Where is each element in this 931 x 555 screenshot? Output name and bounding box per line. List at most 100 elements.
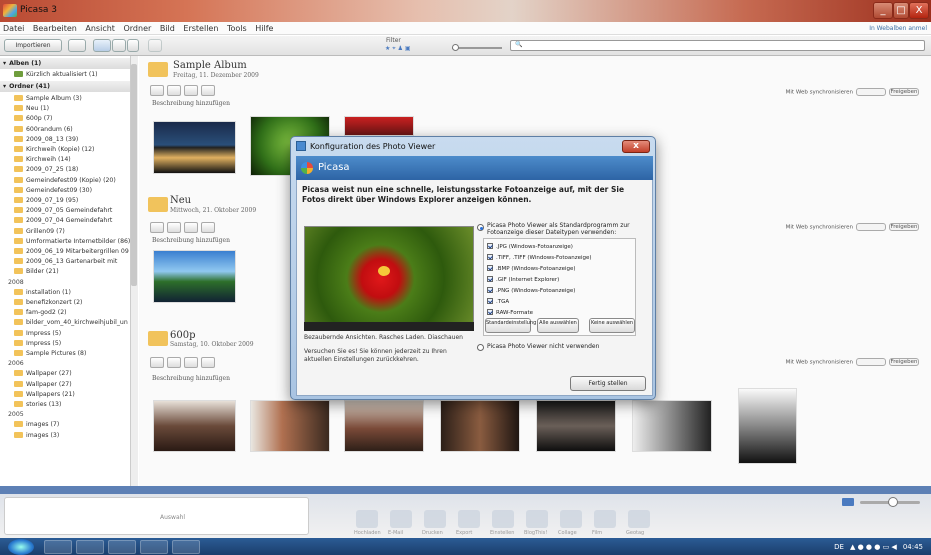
taskbar-picasa-icon[interactable] — [140, 540, 168, 554]
finish-button[interactable]: Fertig stellen — [570, 376, 646, 391]
menu-datei[interactable]: Datei — [3, 24, 24, 33]
album-title[interactable]: Neu — [170, 195, 191, 206]
checkbox-checked-icon[interactable] — [487, 298, 493, 304]
file-type-option[interactable]: .PNG (Windows-Fotoanzeige) — [487, 287, 575, 295]
file-type-option[interactable]: .TGA — [487, 298, 509, 306]
action-icon[interactable] — [458, 510, 480, 528]
dont-use-viewer-radio[interactable] — [477, 344, 484, 351]
upload-icon[interactable] — [184, 222, 198, 233]
photo-thumbnail[interactable] — [344, 116, 414, 136]
menu-tools[interactable]: Tools — [227, 24, 247, 33]
back-icon[interactable] — [148, 39, 162, 52]
close-button[interactable]: X — [909, 2, 929, 19]
action-icon[interactable] — [560, 510, 582, 528]
folders-header[interactable]: ▾ Ordner (41) — [0, 81, 130, 92]
album-title[interactable]: 600p — [170, 330, 196, 341]
file-type-option[interactable]: RAW-Formate — [487, 309, 533, 317]
share-button[interactable]: Freigeben — [889, 223, 919, 231]
star-icon[interactable] — [201, 357, 215, 368]
checkbox-checked-icon[interactable] — [487, 309, 493, 315]
start-button[interactable] — [8, 539, 34, 555]
file-type-option[interactable]: .GIF (Internet Explorer) — [487, 276, 559, 284]
maximize-button[interactable]: □ — [893, 2, 909, 19]
sync-toggle[interactable] — [856, 223, 886, 231]
upload-icon[interactable] — [184, 357, 198, 368]
recent-item[interactable]: Kürzlich aktualisiert (1) — [0, 69, 130, 80]
checkbox-checked-icon[interactable] — [487, 254, 493, 260]
checkbox-checked-icon[interactable] — [487, 287, 493, 293]
clock[interactable]: 04:45 — [903, 543, 923, 551]
menu-erstellen[interactable]: Erstellen — [183, 24, 218, 33]
album-description[interactable]: Beschreibung hinzufügen — [152, 375, 230, 382]
action-icon[interactable] — [628, 510, 650, 528]
photo-thumbnail[interactable] — [632, 400, 712, 452]
action-icon[interactable] — [492, 510, 514, 528]
dialog-close-button[interactable]: x — [622, 140, 650, 153]
web-albums-sign-in-link[interactable]: In Webalben anmel — [869, 25, 927, 32]
play-icon[interactable] — [150, 85, 164, 96]
taskbar-media-icon[interactable] — [108, 540, 136, 554]
folder-item[interactable]: images (3) — [0, 430, 130, 441]
share-button[interactable]: Freigeben — [889, 358, 919, 366]
photo-thumbnail[interactable] — [250, 400, 330, 452]
action-icon[interactable] — [526, 510, 548, 528]
default-settings-button[interactable]: Standardeinstellung — [485, 318, 536, 333]
filter-icons[interactable]: ★ ⌖ ♟ ▣ — [385, 45, 445, 52]
photo-thumbnail[interactable] — [536, 400, 616, 452]
albums-header[interactable]: ▾ Alben (1) — [0, 58, 130, 69]
taskbar-window-icon[interactable] — [172, 540, 200, 554]
import-button[interactable]: Importieren — [4, 39, 62, 52]
collage-icon[interactable] — [167, 222, 181, 233]
action-icon[interactable] — [594, 510, 616, 528]
use-picasa-viewer-radio[interactable] — [477, 224, 484, 231]
menu-bild[interactable]: Bild — [160, 24, 175, 33]
sidebar-scroll-thumb[interactable] — [131, 64, 137, 286]
collage-icon[interactable] — [167, 357, 181, 368]
play-icon[interactable] — [150, 222, 164, 233]
tray-icons[interactable]: ▲ ● ● ● ▭ ◀ — [850, 543, 897, 551]
album-description[interactable]: Beschreibung hinzufügen — [152, 237, 230, 244]
menu-bearbeiten[interactable]: Bearbeiten — [33, 24, 77, 33]
view-list-icon[interactable] — [112, 39, 126, 52]
search-input[interactable]: 🔍 — [510, 40, 925, 51]
select-none-button[interactable]: Keine auswählen — [589, 318, 635, 333]
action-icon[interactable] — [424, 510, 446, 528]
language-indicator[interactable]: DE — [834, 543, 844, 551]
select-all-button[interactable]: Alle auswählen — [537, 318, 579, 333]
album-description[interactable]: Beschreibung hinzufügen — [152, 100, 230, 107]
play-icon[interactable] — [150, 357, 164, 368]
view-grid-icon[interactable] — [93, 39, 111, 52]
checkbox-checked-icon[interactable] — [487, 265, 493, 271]
file-type-option[interactable]: .JPG (Windows-Fotoanzeige) — [487, 243, 573, 251]
photo-thumbnail[interactable] — [153, 250, 236, 303]
photo-thumbnail[interactable] — [344, 400, 424, 452]
collage-icon[interactable] — [167, 85, 181, 96]
sync-toggle[interactable] — [856, 88, 886, 96]
checkbox-checked-icon[interactable] — [487, 276, 493, 282]
file-type-option[interactable]: .TIFF, .TIFF (Windows-Fotoanzeige) — [487, 254, 592, 262]
star-icon[interactable] — [201, 85, 215, 96]
filter-slider-handle[interactable] — [452, 44, 459, 51]
share-button[interactable]: Freigeben — [889, 88, 919, 96]
menu-ansicht[interactable]: Ansicht — [85, 24, 115, 33]
photo-thumbnail[interactable] — [738, 388, 797, 464]
taskbar-ie-icon[interactable] — [44, 540, 72, 554]
filter-slider[interactable] — [452, 47, 502, 49]
menu-ordner[interactable]: Ordner — [123, 24, 151, 33]
thumbnail-size-handle[interactable] — [888, 497, 898, 507]
file-type-option[interactable]: .BMP (Windows-Fotoanzeige) — [487, 265, 576, 273]
action-icon[interactable] — [390, 510, 412, 528]
photo-thumbnail[interactable] — [440, 400, 520, 452]
photo-thumbnail[interactable] — [153, 400, 236, 452]
star-icon[interactable] — [201, 222, 215, 233]
add-album-button[interactable] — [68, 39, 86, 52]
view-dropdown-icon[interactable] — [127, 39, 139, 52]
taskbar-explorer-icon[interactable] — [76, 540, 104, 554]
checkbox-checked-icon[interactable] — [487, 243, 493, 249]
minimize-button[interactable]: _ — [873, 2, 893, 19]
album-title[interactable]: Sample Album — [173, 60, 247, 71]
upload-icon[interactable] — [184, 85, 198, 96]
sync-toggle[interactable] — [856, 358, 886, 366]
menu-hilfe[interactable]: Hilfe — [255, 24, 273, 33]
action-icon[interactable] — [356, 510, 378, 528]
